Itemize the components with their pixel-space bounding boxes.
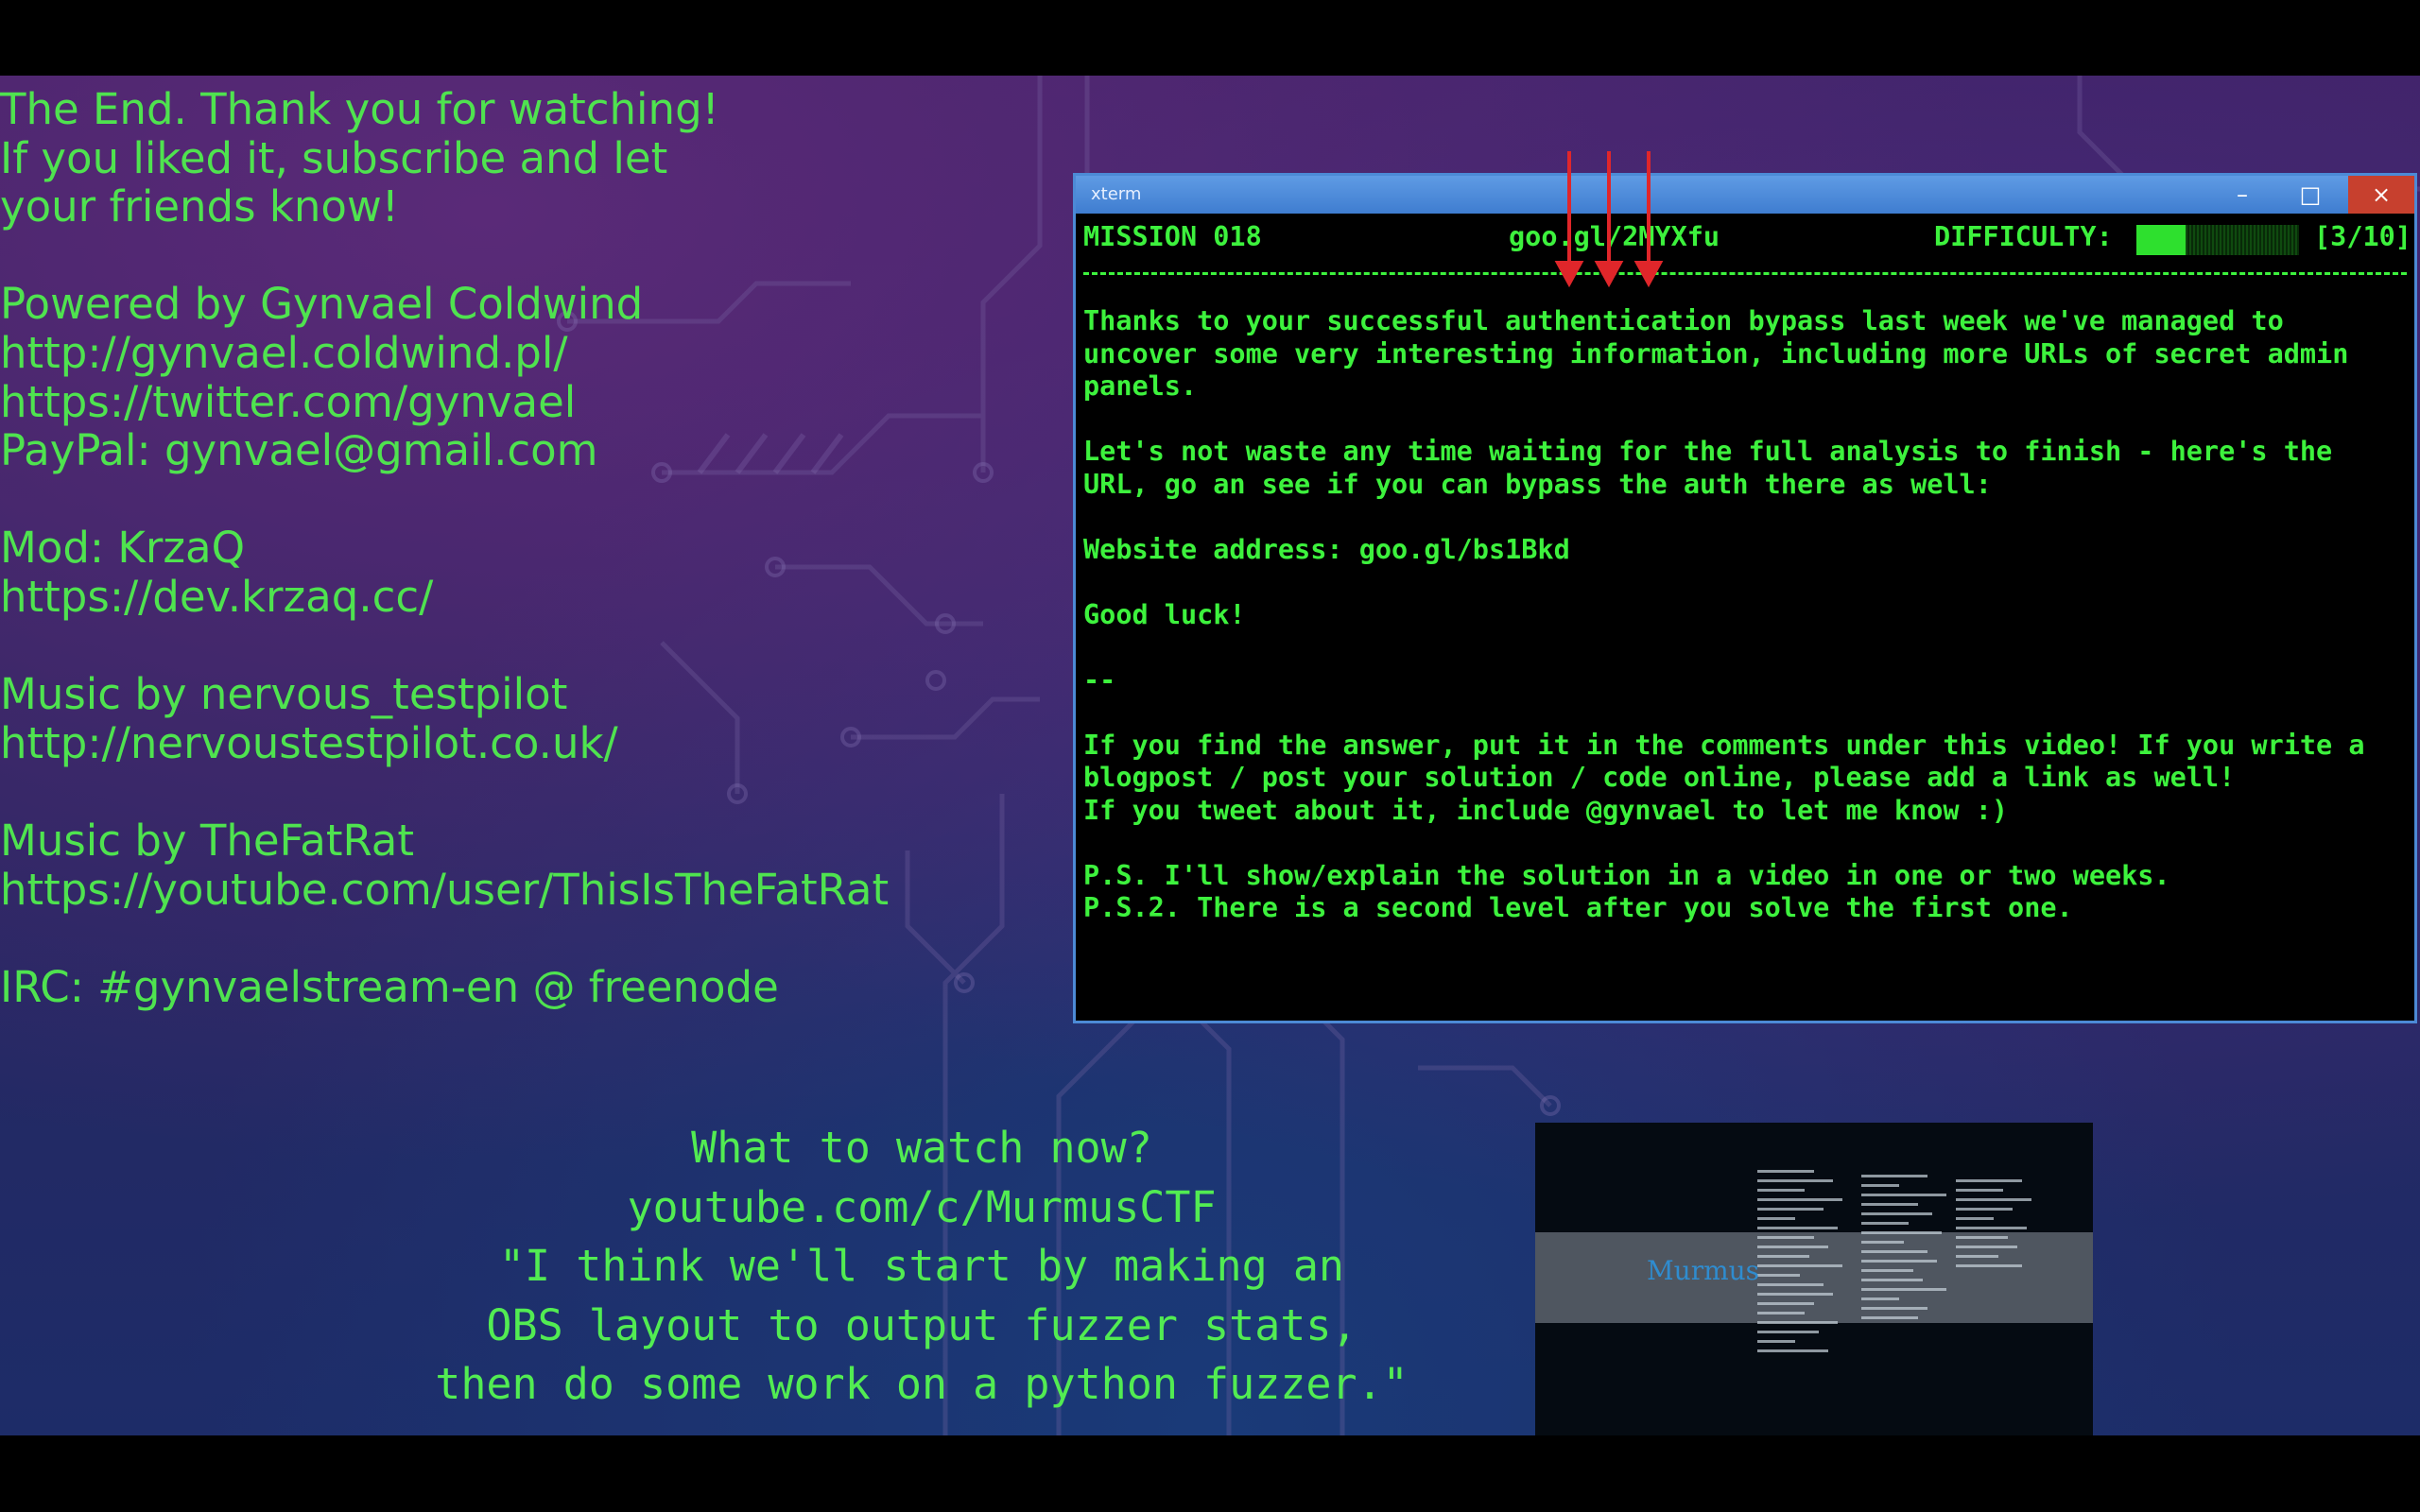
watch-next-link: youtube.com/c/MurmusCTF: [627, 1181, 1217, 1232]
terminal-line: P.S.2. There is a second level after you…: [1083, 892, 2073, 923]
terminal-line: If you find the answer, put it in the co…: [1083, 729, 2365, 761]
terminal-line: uncover some very interesting informatio…: [1083, 337, 2349, 369]
difficulty-meter-fill: [2136, 225, 2186, 255]
next-video-thumbnail[interactable]: Murmus: [1535, 1123, 2093, 1435]
separator-line: [1083, 272, 2407, 281]
terminal-line: Let's not waste any time waiting for the…: [1083, 436, 2333, 467]
code-collage-image: [1757, 1170, 2031, 1352]
credits-line: PayPal: gynvael@gmail.com: [0, 425, 598, 476]
letterbox-top: [0, 0, 2420, 76]
credits-link: http://gynvael.coldwind.pl/: [0, 327, 568, 378]
terminal-line: panels.: [1083, 370, 1198, 402]
credits-link: http://nervoustestpilot.co.uk/: [0, 717, 618, 768]
watch-next-line: then do some work on a python fuzzer.": [435, 1359, 1409, 1410]
window-title: xterm: [1091, 184, 1142, 204]
close-button[interactable]: ×: [2348, 176, 2414, 214]
terminal-line: Thanks to your successful authentication…: [1083, 305, 2284, 336]
mission-number: MISSION 018: [1083, 221, 1262, 252]
terminal-line: URL, go an see if you can bypass the aut…: [1083, 468, 1992, 500]
difficulty-level: [3/10]: [2314, 221, 2411, 252]
credits-line: If you liked it, subscribe and let: [0, 132, 668, 183]
credits-link: https://youtube.com/user/ThisIsTheFatRat: [0, 864, 890, 915]
difficulty-label: DIFFICULTY:: [1934, 221, 2113, 252]
credits-line: Powered by Gynvael Coldwind: [0, 279, 644, 330]
terminal-content[interactable]: MISSION 018 goo.gl/2MYXfu DIFFICULTY: [3…: [1083, 221, 2411, 925]
credits-link: https://dev.krzaq.cc/: [0, 571, 434, 622]
credits-line: IRC: #gynvaelstream-en @ freenode: [0, 961, 779, 1012]
difficulty-meter: [2136, 225, 2299, 255]
video-frame: The End. Thank you for watching! If you …: [0, 76, 2420, 1435]
credits-line: The End. Thank you for watching!: [0, 84, 719, 134]
credits-line: Mod: KrzaQ: [0, 523, 246, 574]
credits-line: your friends know!: [0, 181, 399, 232]
terminal-line: Good luck!: [1083, 598, 1246, 630]
credits-line: Music by TheFatRat: [0, 815, 415, 866]
terminal-line: If you tweet about it, include @gynvael …: [1083, 794, 2009, 826]
maximize-button[interactable]: □: [2277, 176, 2343, 214]
terminal-body: Thanks to your successful authentication…: [1083, 305, 2407, 925]
watch-next-text: What to watch now? youtube.com/c/MurmusC…: [284, 1119, 1560, 1415]
credits-link: https://twitter.com/gynvael: [0, 376, 577, 427]
watch-next-line: OBS layout to output fuzzer stats,: [486, 1299, 1357, 1350]
xterm-window[interactable]: xterm – □ × MISSION 018 goo.gl/2MYXfu DI…: [1073, 173, 2417, 1023]
watch-next-line: What to watch now?: [691, 1123, 1152, 1173]
terminal-line: Website address: goo.gl/bs1Bkd: [1083, 533, 1570, 565]
watch-next-line: "I think we'll start by making an: [498, 1241, 1345, 1292]
mission-header: MISSION 018 goo.gl/2MYXfu DIFFICULTY: [3…: [1083, 221, 2411, 259]
thumbnail-logo: Murmus: [1647, 1255, 1760, 1286]
window-titlebar[interactable]: xterm – □ ×: [1076, 176, 2414, 214]
terminal-line: P.S. I'll show/explain the solution in a…: [1083, 859, 2170, 891]
letterbox-bottom: [0, 1435, 2420, 1512]
terminal-line: --: [1083, 663, 1116, 696]
credits-text: The End. Thank you for watching! If you …: [0, 85, 1068, 1011]
credits-line: Music by nervous_testpilot: [0, 669, 568, 720]
red-arrows-icon: [1554, 151, 1664, 288]
minimize-button[interactable]: –: [2209, 176, 2275, 214]
terminal-line: blogpost / post your solution / code onl…: [1083, 762, 2236, 793]
